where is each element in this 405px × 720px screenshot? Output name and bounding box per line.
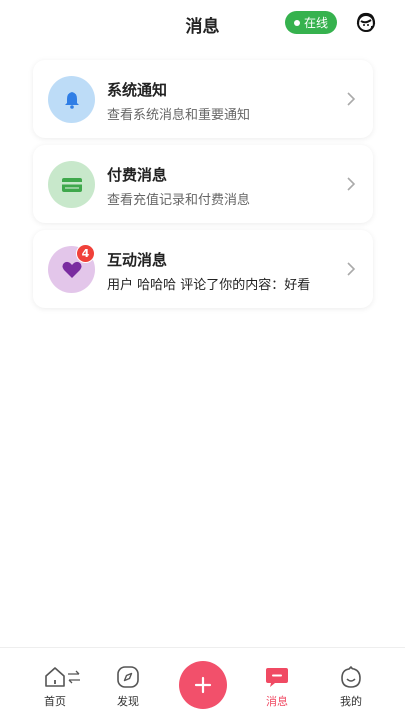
tab-mine[interactable]: 我的	[316, 648, 386, 720]
message-category-list: 系统通知 查看系统消息和重要通知 付费消息 查看充值记录和付费消息 4 互动消息…	[33, 60, 373, 315]
item-title: 系统通知	[107, 81, 168, 99]
chevron-right-icon	[347, 262, 356, 276]
profile-face-icon	[341, 666, 361, 688]
customer-service-icon[interactable]	[354, 11, 378, 35]
item-description: 查看充值记录和付费消息	[107, 193, 251, 208]
online-status-badge[interactable]: 在线	[285, 11, 337, 34]
system-notice-item[interactable]: 系统通知 查看系统消息和重要通知	[33, 60, 373, 138]
card-icon	[61, 177, 82, 192]
tab-label: 首页	[44, 695, 66, 708]
tab-messages[interactable]: 消息	[242, 648, 312, 720]
bell-icon	[64, 91, 79, 109]
item-title: 付费消息	[107, 166, 168, 184]
plus-icon	[194, 676, 212, 694]
header: 消息 在线	[0, 0, 405, 46]
chevron-right-icon	[347, 92, 356, 106]
status-dot-icon	[293, 19, 300, 26]
tab-label: 消息	[266, 695, 288, 708]
swap-arrows-icon[interactable]	[67, 670, 81, 684]
page-title: 消息	[185, 17, 220, 37]
heart-icon	[62, 261, 81, 278]
item-description: 用户 哈哈哈 评论了你的内容：好看	[107, 278, 311, 293]
paid-message-item[interactable]: 付费消息 查看充值记录和付费消息	[33, 145, 373, 223]
home-icon	[45, 667, 65, 687]
paid-message-avatar	[48, 161, 95, 208]
system-notice-avatar	[48, 76, 95, 123]
tab-label: 我的	[340, 695, 362, 708]
interaction-message-item[interactable]: 4 互动消息 用户 哈哈哈 评论了你的内容：好看	[33, 230, 373, 308]
item-title: 互动消息	[107, 251, 168, 269]
compass-icon	[117, 666, 139, 688]
message-icon	[266, 668, 288, 687]
chevron-right-icon	[347, 177, 356, 191]
tab-label: 发现	[117, 695, 139, 708]
tab-home[interactable]: 首页	[20, 648, 90, 720]
messages-page: 消息 在线 系统通知 查看系统消息和重要通知 付费消息 查看充值记录和付费消息 …	[0, 0, 405, 720]
tab-discover[interactable]: 发现	[93, 648, 163, 720]
unread-count-badge: 4	[76, 244, 95, 263]
create-post-button[interactable]	[179, 661, 227, 709]
item-description: 查看系统消息和重要通知	[107, 108, 251, 123]
status-label: 在线	[303, 16, 328, 30]
